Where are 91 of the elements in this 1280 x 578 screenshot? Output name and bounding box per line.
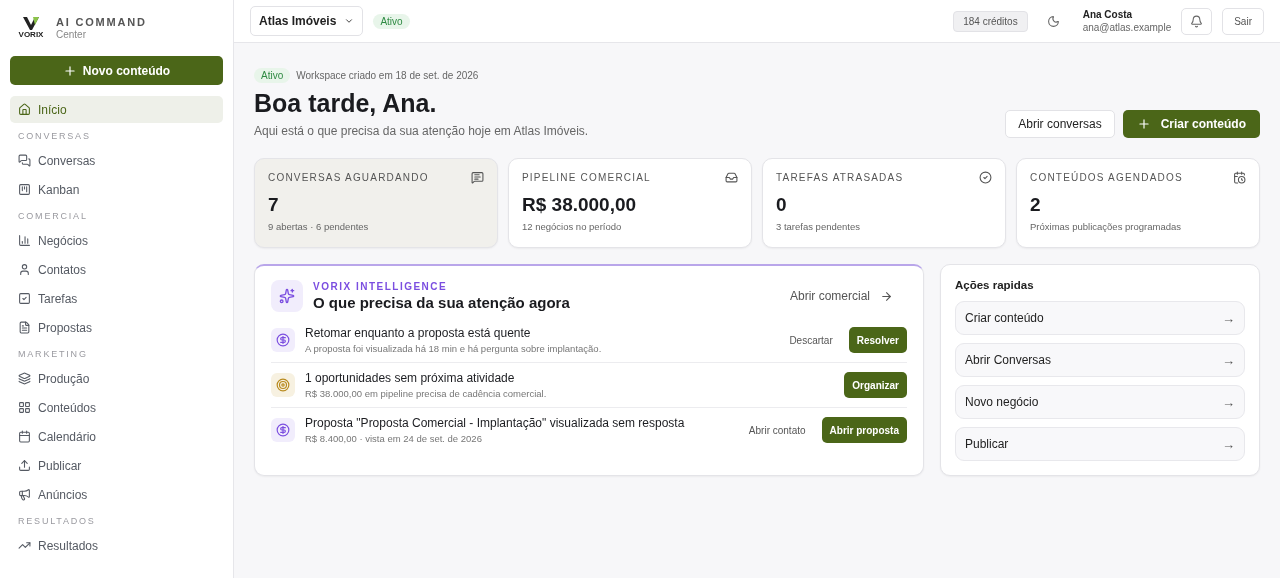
alert-title: 1 oportunidades sem próxima atividade [305, 371, 516, 385]
app-title: AI COMMAND [56, 15, 147, 29]
alert-detail: R$ 38.000,00 em pipeline precisa de cadência comercial. [305, 388, 548, 399]
nav-item[interactable]: Tarefas [10, 285, 223, 312]
grid-icon [18, 401, 31, 414]
nav-item[interactable]: Anúncios [10, 481, 223, 508]
stat-note: 9 abertas · 6 pendentes [268, 221, 370, 232]
nav-item[interactable]: Início [10, 96, 223, 123]
plus-icon [1136, 117, 1151, 131]
nav-section-heading: COMERCIAL [17, 210, 89, 223]
stat-label: CONTEÚDOS AGENDADOS [1030, 172, 1183, 183]
nav-item[interactable]: Calendário [10, 423, 223, 450]
nav-item[interactable]: Produção [10, 365, 223, 392]
stat-value: 2 [1030, 194, 1042, 216]
primary-action-button[interactable]: Resolver [848, 327, 907, 353]
check-circle-icon [979, 171, 992, 184]
alert-detail: A proposta foi visualizada há 18 min e há pergunta sobre implantação. [305, 343, 603, 354]
logout-button[interactable]: Sair [1222, 7, 1264, 35]
user-name: Ana Costa [1082, 8, 1134, 21]
quick-action-button[interactable]: Criar conteúdo → [955, 301, 1245, 335]
stat-note: Próximas publicações programadas [1030, 221, 1183, 232]
nav-section-heading: CONVERSAS [17, 130, 92, 143]
quick-action-button[interactable]: Publicar → [955, 427, 1245, 461]
user-email: ana@atlas.example [1082, 21, 1172, 34]
new-content-button[interactable]: Novo conteúdo [10, 56, 223, 85]
stat-label: TAREFAS ATRASADAS [776, 172, 904, 183]
upload-icon [18, 459, 31, 472]
target-icon [271, 373, 295, 397]
calendar-clock-icon [1233, 171, 1246, 184]
stat-value: R$ 38.000,00 [522, 194, 638, 216]
nav-item[interactable]: Propostas [10, 314, 223, 341]
layers-icon [18, 372, 31, 385]
quick-action-button[interactable]: Abrir Conversas → [955, 343, 1245, 377]
stat-value: 0 [776, 194, 788, 216]
user-icon [18, 263, 31, 276]
sparkles-icon [271, 280, 303, 312]
workspace-created-text: Workspace criado em 18 de set. de 2026 [296, 70, 479, 81]
kanban-icon [18, 183, 31, 196]
nav-section-heading: RESULTADOS [17, 515, 97, 528]
status-badge: Ativo [373, 13, 410, 29]
primary-action-button[interactable]: Organizar [844, 372, 907, 398]
primary-action-button[interactable]: Abrir proposta [821, 417, 907, 443]
document-icon [18, 321, 31, 334]
workspace-selector[interactable]: Atlas Imóveis [250, 6, 364, 36]
app-subtitle: Center [56, 28, 87, 41]
dollar-icon [271, 418, 295, 442]
plus-icon [62, 63, 77, 78]
nav-item[interactable]: Conteúdos [10, 394, 223, 421]
megaphone-icon [18, 488, 31, 501]
checkbox-icon [18, 292, 31, 305]
quick-action-button[interactable]: Novo negócio → [955, 385, 1245, 419]
alert-detail: R$ 8.400,00 · vista em 24 de set. de 2026 [305, 433, 483, 444]
create-content-button[interactable]: Criar conteúdo [1122, 110, 1260, 138]
secondary-action-button[interactable]: Descartar [783, 334, 839, 346]
nav-section-heading: MARKETING [17, 348, 89, 361]
chat-bubbles-icon [18, 154, 31, 167]
bar-chart-icon [18, 234, 31, 247]
quick-actions-title: Ações rapidas [955, 279, 1035, 291]
nav-item[interactable]: Kanban [10, 176, 223, 203]
bell-icon [1190, 14, 1204, 28]
credits-badge: 184 créditos [953, 10, 1028, 32]
greeting-subtitle: Aqui está o que precisa da sua atenção hoje em Atlas Imóveis. [254, 124, 589, 138]
stat-label: CONVERSAS AGUARDANDO [268, 172, 429, 183]
caret-icon [344, 16, 355, 26]
status-badge: Ativo [254, 68, 291, 83]
nav-item[interactable]: Resultados [10, 532, 223, 559]
trend-icon [18, 539, 31, 552]
secondary-action-button[interactable]: Abrir contato [742, 424, 812, 436]
nav-item[interactable]: Publicar [10, 452, 223, 479]
intelligence-eyebrow: VORIX INTELLIGENCE [313, 281, 449, 292]
alert-title: Proposta "Proposta Comercial - Implantação" visualizada sem resposta [305, 416, 686, 430]
calendar-icon [18, 430, 31, 443]
open-conversations-button[interactable]: Abrir conversas [1005, 110, 1115, 138]
dollar-icon [271, 328, 295, 352]
stat-label: PIPELINE COMERCIAL [522, 172, 651, 183]
message-icon [471, 171, 484, 184]
open-commercial-link[interactable]: Abrir comercial [790, 289, 907, 303]
arrow-right-icon [880, 289, 893, 303]
nav-item[interactable]: Contatos [10, 256, 223, 283]
stat-note: 3 tarefas pendentes [776, 221, 861, 232]
stat-note: 12 negócios no período [522, 221, 623, 232]
stat-value: 7 [268, 194, 280, 216]
notifications-button[interactable] [1181, 7, 1213, 35]
nav-item[interactable]: Negócios [10, 227, 223, 254]
nav-item[interactable]: Conversas [10, 147, 223, 174]
home-icon [18, 103, 31, 116]
brand-logo: VORIX [16, 17, 46, 39]
greeting-title: Boa tarde, Ana. [254, 89, 438, 118]
intelligence-title: O que precisa da sua atenção agora [313, 294, 570, 311]
inbox-icon [725, 171, 738, 184]
alert-title: Retomar enquanto a proposta está quente [305, 326, 532, 340]
